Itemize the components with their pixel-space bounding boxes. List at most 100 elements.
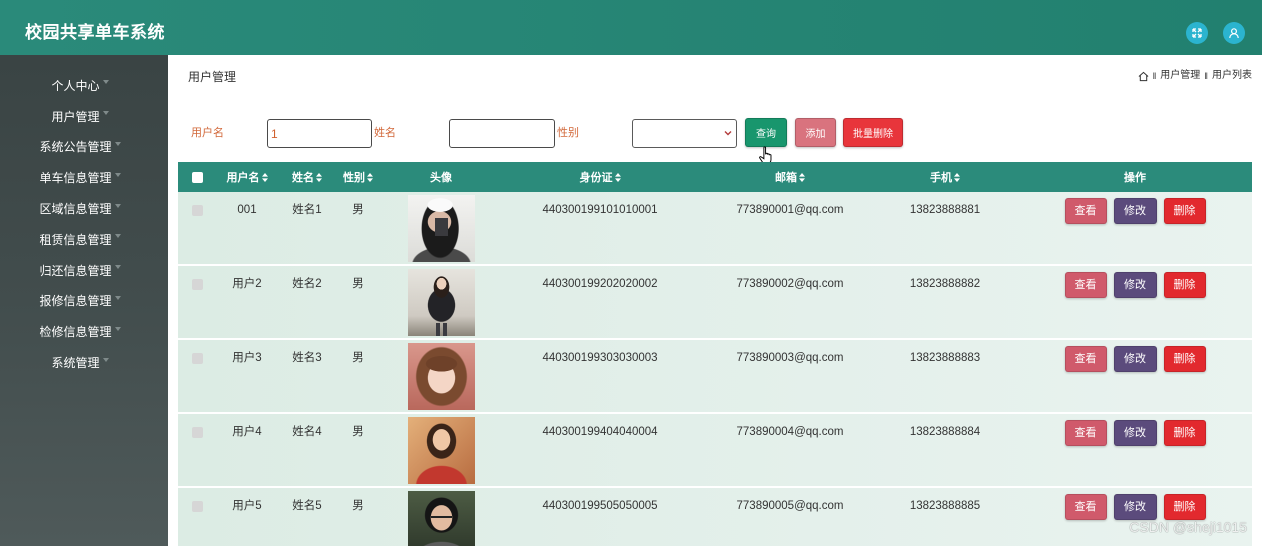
username-cell: 用户5 bbox=[232, 500, 262, 512]
top-header: 校园共享单车系统 bbox=[0, 0, 1262, 55]
column-header-label: 性别 bbox=[343, 172, 365, 184]
breadcrumb-separator: ‖ bbox=[1204, 71, 1208, 81]
column-header[interactable]: 邮箱 bbox=[698, 169, 882, 185]
gender-cell: 男 bbox=[352, 500, 364, 512]
name-cell: 姓名3 bbox=[292, 352, 322, 364]
caret-down-icon bbox=[114, 295, 121, 300]
gender-select[interactable] bbox=[632, 119, 737, 148]
delete-button[interactable]: 删除 bbox=[1163, 272, 1206, 298]
column-header-label: 头像 bbox=[430, 172, 452, 184]
column-header-label: 姓名 bbox=[292, 172, 314, 184]
row-checkbox[interactable] bbox=[191, 278, 203, 290]
actions-cell: 查看 修改 删除 bbox=[1008, 266, 1252, 338]
edit-button[interactable]: 修改 bbox=[1113, 198, 1157, 224]
sidebar-item-label: 个人中心 bbox=[51, 78, 100, 93]
gender-cell: 男 bbox=[352, 278, 364, 290]
table-row: 001 姓名1 男 440300199101010001 773890001@qq.co… bbox=[178, 192, 1252, 266]
checkbox-cell bbox=[178, 340, 216, 412]
page-title: 用户管理 bbox=[188, 70, 237, 84]
gender-select-wrapper bbox=[632, 119, 737, 148]
edit-button[interactable]: 修改 bbox=[1113, 494, 1157, 520]
id-card-cell: 440300199101010001 bbox=[542, 204, 658, 216]
actions-cell: 查看 修改 删除 bbox=[1008, 340, 1252, 412]
sidebar-item[interactable]: 报修信息管理 bbox=[0, 286, 168, 317]
username-input[interactable] bbox=[267, 119, 372, 148]
column-header[interactable]: 性别 bbox=[336, 169, 380, 185]
username-label: 用户名 bbox=[191, 127, 224, 139]
actions-cell: 查看 修改 删除 bbox=[1008, 414, 1252, 486]
breadcrumb-item-current: 用户列表 bbox=[1212, 70, 1252, 81]
caret-down-icon bbox=[102, 357, 109, 362]
sidebar-item-label: 归还信息管理 bbox=[39, 263, 112, 278]
batch-delete-button[interactable]: 批量删除 bbox=[843, 118, 903, 147]
view-button[interactable]: 查看 bbox=[1064, 420, 1107, 446]
sort-icon[interactable] bbox=[799, 172, 805, 182]
breadcrumb-separator: ‖ bbox=[1152, 71, 1157, 81]
avatar-image bbox=[407, 491, 475, 546]
row-checkbox[interactable] bbox=[191, 204, 203, 216]
view-button[interactable]: 查看 bbox=[1064, 272, 1107, 298]
view-button[interactable]: 查看 bbox=[1064, 494, 1107, 520]
sort-icon[interactable] bbox=[367, 172, 373, 182]
delete-button[interactable]: 删除 bbox=[1163, 494, 1206, 520]
row-checkbox[interactable] bbox=[191, 500, 203, 512]
fullscreen-button[interactable] bbox=[1186, 22, 1208, 44]
column-header[interactable]: 手机 bbox=[882, 169, 1008, 185]
sort-icon[interactable] bbox=[316, 172, 322, 182]
edit-button[interactable]: 修改 bbox=[1113, 420, 1157, 446]
avatar-cell bbox=[380, 192, 502, 264]
sidebar-item[interactable]: 系统公告管理 bbox=[0, 132, 168, 163]
add-button[interactable]: 添加 bbox=[795, 118, 836, 147]
actions-cell: 查看 修改 删除 bbox=[1008, 192, 1252, 264]
delete-button[interactable]: 删除 bbox=[1163, 420, 1206, 446]
column-header-label: 身份证 bbox=[579, 172, 613, 184]
user-menu-button[interactable] bbox=[1223, 22, 1245, 44]
sidebar-item[interactable]: 系统管理 bbox=[0, 347, 168, 378]
id-card-cell: 440300199404040004 bbox=[542, 426, 658, 438]
sidebar-item[interactable]: 区域信息管理 bbox=[0, 193, 168, 224]
avatar-cell bbox=[380, 414, 502, 486]
column-header-label: 用户名 bbox=[226, 172, 260, 184]
sidebar-item[interactable]: 归还信息管理 bbox=[0, 255, 168, 286]
caret-down-icon bbox=[114, 265, 121, 270]
sort-icon[interactable] bbox=[261, 172, 268, 182]
chevron-down-icon bbox=[724, 131, 732, 136]
row-checkbox[interactable] bbox=[191, 426, 203, 438]
sidebar-item[interactable]: 个人中心 bbox=[0, 70, 168, 101]
gender-cell: 男 bbox=[352, 204, 364, 216]
view-button[interactable]: 查看 bbox=[1064, 346, 1107, 372]
delete-button[interactable]: 删除 bbox=[1163, 198, 1206, 224]
sidebar-item[interactable]: 单车信息管理 bbox=[0, 162, 168, 193]
column-header[interactable]: 用户名 bbox=[216, 169, 278, 185]
table-header: 用户名 姓名 性别 头像 身份证 邮箱 手机 操作 bbox=[178, 162, 1252, 192]
name-label: 姓名 bbox=[374, 127, 396, 139]
name-cell: 姓名4 bbox=[292, 426, 322, 438]
column-header[interactable]: 姓名 bbox=[278, 169, 336, 185]
row-checkbox[interactable] bbox=[191, 352, 203, 364]
column-header[interactable]: 身份证 bbox=[502, 169, 698, 185]
query-button[interactable]: 查询 bbox=[745, 118, 787, 147]
user-icon bbox=[1229, 28, 1239, 39]
sidebar-item[interactable]: 用户管理 bbox=[0, 101, 168, 132]
checkbox-cell bbox=[178, 266, 216, 338]
checkbox-cell bbox=[178, 488, 216, 546]
sort-icon[interactable] bbox=[614, 172, 621, 182]
select-all-checkbox[interactable] bbox=[191, 171, 203, 183]
app-title: 校园共享单车系统 bbox=[25, 23, 165, 42]
edit-button[interactable]: 修改 bbox=[1113, 272, 1157, 298]
edit-button[interactable]: 修改 bbox=[1113, 346, 1157, 372]
delete-button[interactable]: 删除 bbox=[1163, 346, 1206, 372]
email-cell: 773890001@qq.com bbox=[736, 204, 844, 216]
table-body: 001 姓名1 男 440300199101010001 773890001@qq.co… bbox=[178, 192, 1252, 546]
view-button[interactable]: 查看 bbox=[1064, 198, 1107, 224]
sidebar-item[interactable]: 检修信息管理 bbox=[0, 316, 168, 347]
avatar-cell bbox=[380, 340, 502, 412]
name-input[interactable] bbox=[449, 119, 555, 148]
sort-icon[interactable] bbox=[954, 172, 960, 182]
home-icon[interactable] bbox=[1138, 71, 1149, 82]
name-cell: 姓名2 bbox=[292, 278, 322, 290]
breadcrumb-item[interactable]: 用户管理 bbox=[1160, 70, 1200, 82]
sidebar-item[interactable]: 租赁信息管理 bbox=[0, 224, 168, 255]
caret-down-icon bbox=[102, 80, 109, 85]
gender-cell: 男 bbox=[352, 352, 364, 364]
